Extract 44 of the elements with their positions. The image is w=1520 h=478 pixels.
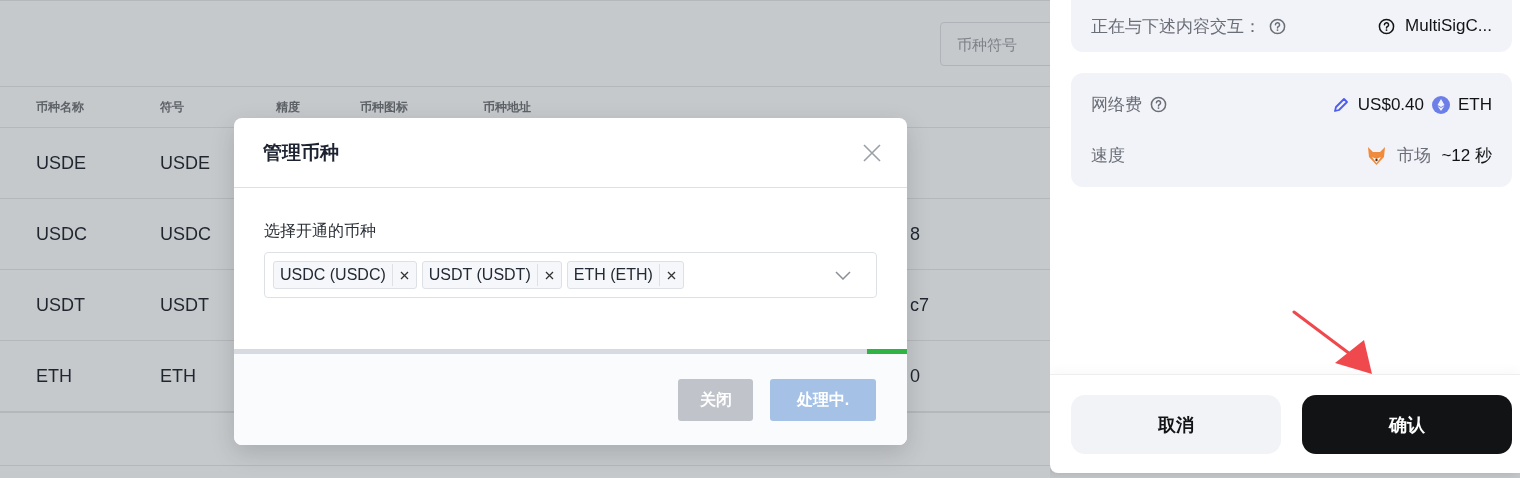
fee-token: ETH <box>1458 94 1492 115</box>
table-cell: USDT <box>160 294 209 316</box>
column-header: 币种名称 <box>36 98 84 116</box>
table-cell: USDE <box>36 152 86 174</box>
table-cell: 0 <box>910 365 920 387</box>
token-tag: USDC (USDC) <box>273 261 417 289</box>
remove-icon[interactable] <box>544 270 554 280</box>
table-cell: USDC <box>36 223 87 245</box>
search-field[interactable]: 币种符号 <box>940 22 1050 66</box>
fee-label: 网络费 <box>1091 94 1142 116</box>
token-tag: USDT (USDT) <box>421 261 562 289</box>
contract-name: MultiSigC... <box>1405 16 1492 36</box>
table-cell: USDT <box>36 294 85 316</box>
help-icon <box>1378 17 1396 35</box>
fee-amount: US$0.40 <box>1357 94 1424 115</box>
column-header: 精度 <box>276 98 300 116</box>
speed-label: 速度 <box>1091 145 1125 167</box>
fox-icon <box>1366 145 1388 166</box>
column-header: 符号 <box>160 98 184 116</box>
close-icon[interactable] <box>863 143 881 162</box>
table-cell: USDE <box>160 152 210 174</box>
interaction-label: 正在与下述内容交互： <box>1091 15 1261 38</box>
remove-icon[interactable] <box>666 270 676 280</box>
table-cell: ETH <box>36 365 72 387</box>
cancel-button[interactable]: 取消 <box>1071 395 1281 454</box>
speed-mode: 市场 <box>1397 145 1432 167</box>
table-cell: 8 <box>910 223 920 245</box>
column-header: 币种地址 <box>483 98 531 116</box>
help-icon <box>1269 17 1286 35</box>
ethereum-icon <box>1432 95 1450 114</box>
speed-time: ~12 秒 <box>1441 145 1492 167</box>
table-cell: USDC <box>160 223 211 245</box>
table-cell: c7 <box>910 294 929 316</box>
column-header: 币种图标 <box>360 98 408 116</box>
modal-title: 管理币种 <box>263 140 339 165</box>
remove-icon[interactable] <box>399 270 409 280</box>
field-label: 选择开通的币种 <box>264 221 377 241</box>
token-tag: ETH (ETH) <box>566 261 684 289</box>
confirm-button[interactable]: 确认 <box>1302 395 1512 454</box>
help-icon <box>1150 96 1167 113</box>
pencil-icon[interactable] <box>1331 95 1350 114</box>
chevron-down-icon <box>835 270 851 280</box>
token-select[interactable]: USDC (USDC) USDT (USDT) ETH (ETH) <box>264 252 877 298</box>
table-cell: ETH <box>160 365 196 387</box>
